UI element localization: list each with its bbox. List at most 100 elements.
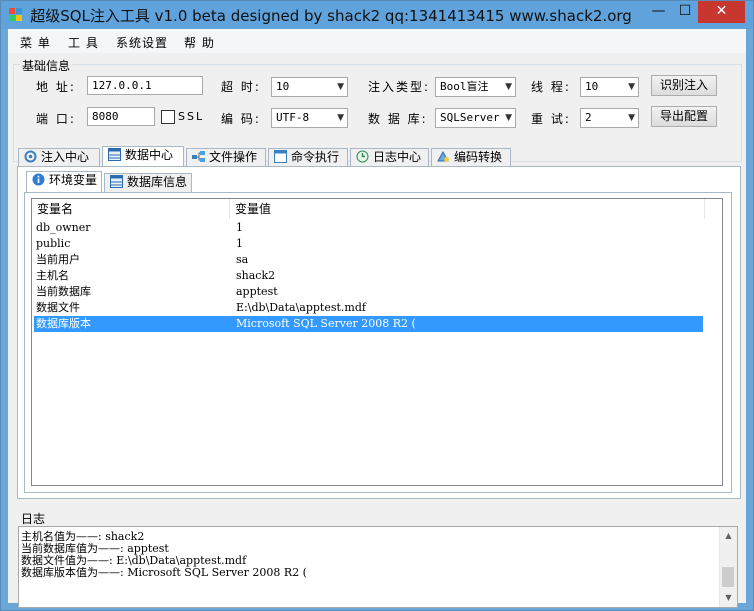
tab-file-operations[interactable]: 文件操作	[186, 148, 266, 167]
log-title: 日志	[19, 510, 48, 527]
chevron-down-icon: ▼	[337, 82, 344, 92]
gear-icon	[24, 150, 37, 163]
table-row-selected[interactable]: 数据库版本 Microsoft SQL Server 2008 R2 (	[34, 316, 703, 332]
cell-name: 主机名	[36, 269, 69, 282]
env-variables-list[interactable]: 变量名 变量值 db_owner 1 public 1 当前用户 sa 主机名 …	[31, 198, 723, 486]
tab-command-exec[interactable]: 命令执行	[268, 148, 348, 167]
retry-label: 重 试:	[531, 112, 571, 126]
threads-value: 10	[585, 80, 599, 93]
tab-encoding-convert-label: 编码转换	[454, 150, 503, 164]
scrollbar-thumb[interactable]	[722, 567, 734, 587]
menu-item-tools[interactable]: 工 具	[68, 34, 99, 51]
inject-type-value: Bool盲注	[440, 80, 489, 93]
port-input[interactable]: 8080	[87, 107, 155, 126]
chevron-down-icon: ▼	[628, 82, 635, 92]
inject-type-label: 注入类型:	[368, 80, 431, 94]
tab-data-center[interactable]: 数据中心	[102, 146, 184, 167]
app-window: 超级SQL注入工具 v1.0 beta designed by shack2 q…	[0, 0, 754, 611]
basic-info-title: 基础信息	[20, 57, 73, 74]
threads-select[interactable]: 10 ▼	[580, 77, 639, 97]
scroll-up-icon[interactable]: ▲	[720, 527, 737, 544]
close-button[interactable]: ✕	[698, 1, 745, 23]
table-row[interactable]: 当前数据库 apptest	[34, 284, 703, 300]
timeout-label: 超 时:	[221, 80, 261, 94]
subtab-environment-label: 环境变量	[49, 173, 98, 187]
cell-value: sa	[236, 253, 249, 266]
cell-name: 当前数据库	[36, 285, 91, 298]
menu-item-help[interactable]: 帮 助	[184, 34, 215, 51]
title-bar[interactable]: 超级SQL注入工具 v1.0 beta designed by shack2 q…	[1, 1, 753, 29]
retry-value: 2	[585, 111, 592, 124]
tab-log-center-label: 日志中心	[373, 150, 422, 164]
tab-file-operations-label: 文件操作	[209, 150, 258, 164]
threads-label: 线 程:	[531, 80, 571, 94]
database-label: 数 据 库:	[368, 112, 428, 126]
chevron-down-icon: ▼	[628, 113, 635, 123]
tab-encoding-convert[interactable]: 编码转换	[431, 148, 511, 167]
chevron-down-icon: ▼	[337, 113, 344, 123]
database-value: SQLServer	[440, 111, 500, 124]
encoding-label: 编 码:	[221, 112, 261, 126]
chevron-down-icon: ▼	[505, 82, 512, 92]
address-input[interactable]: 127.0.0.1	[87, 76, 203, 95]
timeout-value: 10	[276, 80, 290, 93]
cell-name: public	[36, 237, 71, 250]
cell-name: 数据库版本	[36, 317, 91, 330]
convert-icon	[437, 150, 449, 162]
scroll-down-icon[interactable]: ▼	[720, 589, 737, 606]
subtab-environment[interactable]: 环境变量	[26, 171, 102, 192]
timeout-select[interactable]: 10 ▼	[271, 77, 348, 97]
table-row[interactable]: 当前用户 sa	[34, 252, 703, 268]
column-header-name[interactable]: 变量名	[32, 199, 230, 219]
maximize-button[interactable]: ☐	[672, 1, 698, 23]
log-scrollbar[interactable]: ▲ ▼	[719, 527, 737, 607]
port-label: 端 口:	[36, 112, 76, 126]
tab-log-center[interactable]: 日志中心	[350, 148, 429, 167]
cell-name: 当前用户	[36, 253, 80, 266]
retry-select[interactable]: 2 ▼	[580, 108, 639, 128]
menu-item-settings[interactable]: 系统设置	[116, 34, 168, 51]
table-icon	[110, 175, 123, 188]
tab-inject-center-label: 注入中心	[41, 150, 90, 164]
inject-type-select[interactable]: Bool盲注 ▼	[435, 77, 516, 97]
encoding-select[interactable]: UTF-8 ▼	[271, 108, 348, 128]
ssl-label: SSL	[178, 110, 205, 123]
cell-value: 1	[236, 237, 243, 250]
history-icon	[356, 150, 369, 163]
cell-value: shack2	[236, 269, 276, 282]
cell-value: E:\db\Data\apptest.mdf	[236, 301, 366, 314]
log-group: 日志 主机名值为——: shack2 当前数据库值为——: apptest 数据…	[13, 510, 740, 608]
info-icon	[32, 173, 45, 186]
table-row[interactable]: db_owner 1	[34, 220, 703, 236]
cell-name: db_owner	[36, 221, 91, 234]
subtab-database-info[interactable]: 数据库信息	[104, 173, 192, 192]
tab-command-exec-label: 命令执行	[291, 150, 340, 164]
table-row[interactable]: public 1	[34, 236, 703, 252]
client-area: 菜 单 工 具 系统设置 帮 助 基础信息 地 址: 127.0.0.1 超 时…	[8, 29, 746, 608]
cell-value: apptest	[236, 285, 278, 298]
chevron-down-icon: ▼	[505, 113, 512, 123]
minimize-button[interactable]: —	[645, 1, 672, 23]
console-icon	[274, 150, 287, 163]
menu-bar: 菜 单 工 具 系统设置 帮 助	[8, 29, 746, 53]
identify-injection-button[interactable]: 识别注入	[651, 75, 717, 96]
environment-panel: 变量名 变量值 db_owner 1 public 1 当前用户 sa 主机名 …	[24, 192, 732, 493]
log-line: 数据库版本值为——: Microsoft SQL Server 2008 R2 …	[21, 566, 307, 579]
address-label: 地 址:	[36, 80, 76, 94]
cell-value: Microsoft SQL Server 2008 R2 (	[236, 317, 416, 330]
column-header-value[interactable]: 变量值	[230, 199, 705, 219]
table-row[interactable]: 数据文件 E:\db\Data\apptest.mdf	[34, 300, 703, 316]
database-select[interactable]: SQLServer ▼	[435, 108, 516, 128]
tab-inject-center[interactable]: 注入中心	[18, 148, 100, 167]
subtab-database-info-label: 数据库信息	[127, 175, 188, 189]
ssl-checkbox[interactable]	[161, 110, 175, 124]
export-config-button[interactable]: 导出配置	[651, 106, 717, 127]
window-title: 超级SQL注入工具 v1.0 beta designed by shack2 q…	[30, 7, 632, 25]
log-textarea[interactable]: 主机名值为——: shack2 当前数据库值为——: apptest 数据文件值…	[18, 526, 738, 608]
table-row[interactable]: 主机名 shack2	[34, 268, 703, 284]
data-center-panel: 环境变量 数据库信息 变量名 变量值 db_owner 1 public 1 当…	[17, 166, 741, 499]
cell-name: 数据文件	[36, 301, 80, 314]
menu-item-menu[interactable]: 菜 单	[20, 34, 51, 51]
file-tree-icon	[192, 151, 205, 162]
tab-data-center-label: 数据中心	[125, 148, 174, 162]
